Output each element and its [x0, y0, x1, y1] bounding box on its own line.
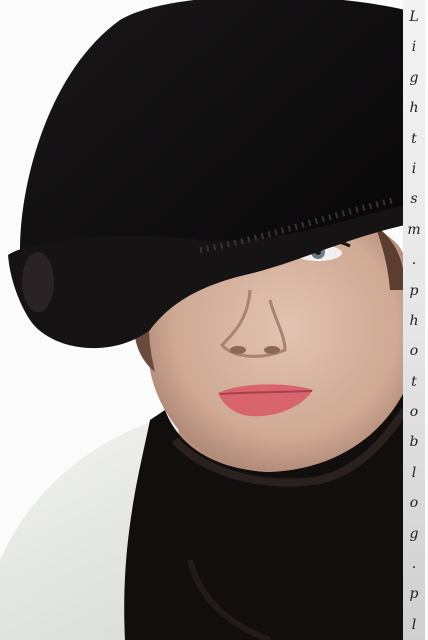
watermark-char: h — [409, 100, 419, 117]
watermark-char: . — [411, 556, 417, 573]
watermark-char: s — [410, 191, 418, 208]
portrait-illustration — [0, 0, 428, 640]
nostril-right — [264, 346, 280, 354]
portrait-photo: Lightism.photoblog.pl — [0, 0, 428, 640]
watermark-char: l — [411, 616, 417, 633]
watermark-char: p — [409, 282, 419, 299]
watermark-char: i — [411, 160, 417, 177]
hat-button — [22, 252, 54, 312]
watermark-char: l — [411, 464, 417, 481]
watermark-char: b — [409, 434, 419, 451]
watermark-char: g — [409, 69, 419, 86]
watermark-char: o — [409, 495, 419, 512]
watermark-strip: Lightism.photoblog.pl — [403, 0, 425, 640]
watermark-char: o — [409, 404, 419, 421]
watermark-char: t — [411, 130, 417, 147]
watermark-char: m — [407, 221, 421, 238]
watermark-char: L — [409, 9, 419, 25]
watermark-char: i — [411, 39, 417, 56]
watermark-char: p — [409, 586, 419, 603]
nostril-left — [230, 346, 246, 354]
watermark-char: g — [409, 525, 419, 542]
watermark-char: h — [409, 312, 419, 329]
watermark-char: o — [409, 343, 419, 360]
watermark-char: t — [411, 373, 417, 390]
watermark-char: . — [411, 252, 417, 269]
